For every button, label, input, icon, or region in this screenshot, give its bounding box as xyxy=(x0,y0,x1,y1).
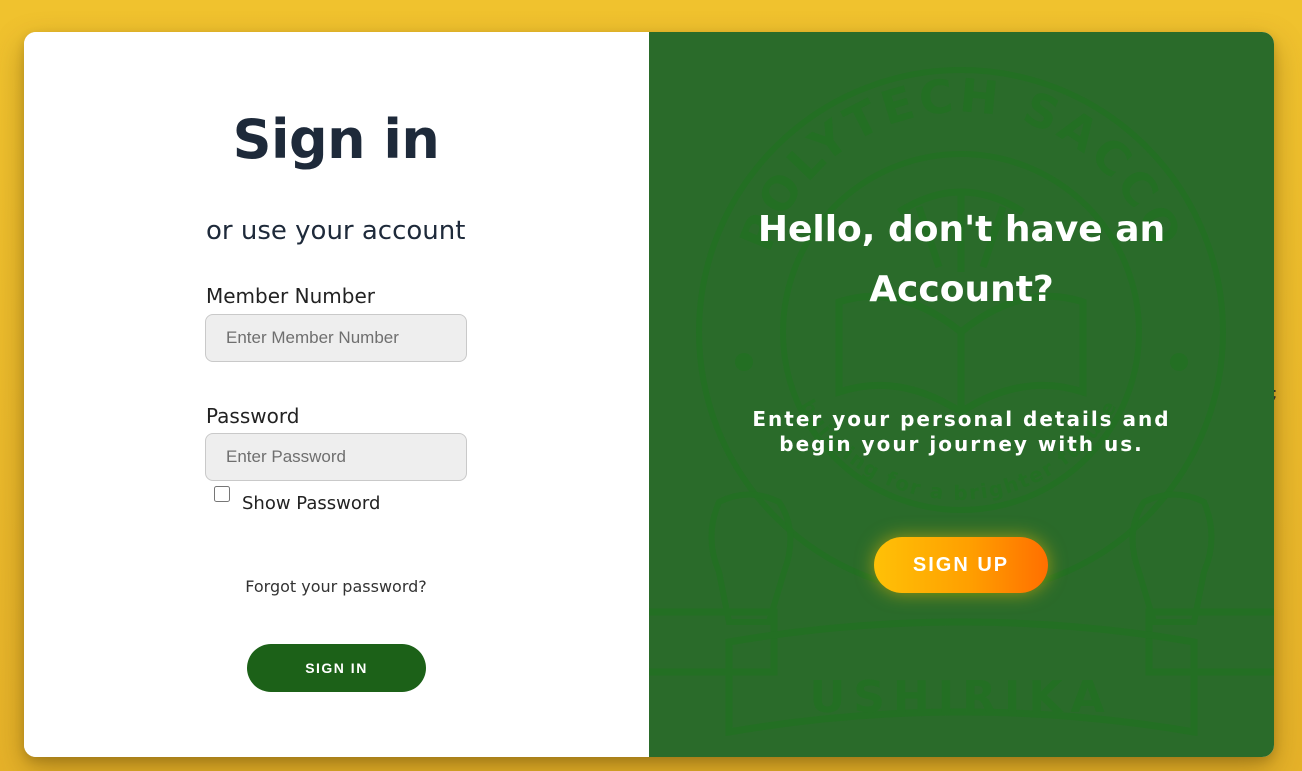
show-password-row: Show Password xyxy=(214,485,380,514)
show-password-label[interactable]: Show Password xyxy=(242,493,380,514)
signup-description: Enter your personal details and begin yo… xyxy=(752,407,1171,456)
signin-panel: Sign in or use your account Member Numbe… xyxy=(24,32,649,757)
signup-button[interactable]: SIGN UP xyxy=(874,537,1048,593)
signup-panel: POLYTECH SACCO building for a brighter f… xyxy=(649,32,1274,757)
show-password-checkbox[interactable] xyxy=(214,485,230,502)
auth-card: Sign in or use your account Member Numbe… xyxy=(24,32,1274,757)
signin-button[interactable]: SIGN IN xyxy=(247,644,426,692)
password-input[interactable] xyxy=(205,433,467,481)
signin-subtitle: or use your account xyxy=(206,216,466,246)
signin-title: Sign in xyxy=(232,108,440,171)
member-number-input[interactable] xyxy=(205,314,467,362)
watermark-banner-text: USHIRIKA xyxy=(809,672,1112,723)
password-label: Password xyxy=(206,404,300,428)
forgot-password-link[interactable]: Forgot your password? xyxy=(24,577,648,596)
member-number-label: Member Number xyxy=(206,284,375,308)
sacco-logo-watermark: POLYTECH SACCO building for a brighter f… xyxy=(649,67,1274,737)
signup-heading: Hello, don't have an Account? xyxy=(757,209,1166,310)
